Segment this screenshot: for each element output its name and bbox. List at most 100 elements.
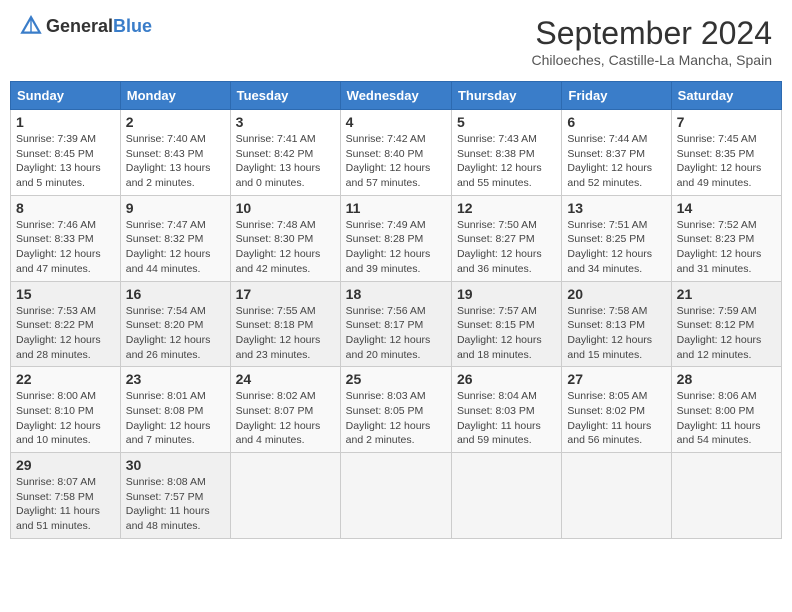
weekday-header-friday: Friday: [562, 82, 671, 110]
weekday-header-sunday: Sunday: [11, 82, 121, 110]
calendar-day-26: 26Sunrise: 8:04 AMSunset: 8:03 PMDayligh…: [451, 367, 561, 453]
empty-cell: [340, 453, 451, 539]
empty-cell: [230, 453, 340, 539]
calendar-day-28: 28 Sunrise: 8:06 AMSunset: 8:00 PMDayligh…: [671, 367, 781, 453]
calendar-day-30: 30 Sunrise: 8:08 AMSunset: 7:57 PMDayligh…: [120, 453, 230, 539]
day-number: 19: [457, 286, 556, 302]
calendar-day-25: 25Sunrise: 8:03 AMSunset: 8:05 PMDayligh…: [340, 367, 451, 453]
day-number: 10: [236, 200, 335, 216]
day-info: Sunrise: 8:03 AMSunset: 8:05 PMDaylight:…: [346, 389, 446, 448]
day-number: 3: [236, 114, 335, 130]
calendar-day-29: 29Sunrise: 8:07 AMSunset: 7:58 PMDayligh…: [11, 453, 121, 539]
day-info: Sunrise: 7:59 AMSunset: 8:12 PMDaylight:…: [677, 304, 776, 363]
day-number: 17: [236, 286, 335, 302]
weekday-header-saturday: Saturday: [671, 82, 781, 110]
day-info: Sunrise: 7:51 AMSunset: 8:25 PMDaylight:…: [567, 218, 665, 277]
day-info: Sunrise: 7:43 AMSunset: 8:38 PMDaylight:…: [457, 132, 556, 191]
calendar-day-3: 3 Sunrise: 7:41 AMSunset: 8:42 PMDaylight…: [230, 110, 340, 196]
day-info: Sunrise: 8:05 AMSunset: 8:02 PMDaylight:…: [567, 389, 665, 448]
calendar-day-11: 11 Sunrise: 7:49 AMSunset: 8:28 PMDayligh…: [340, 195, 451, 281]
calendar-day-24: 24 Sunrise: 8:02 AMSunset: 8:07 PMDayligh…: [230, 367, 340, 453]
day-number: 6: [567, 114, 665, 130]
calendar-day-17: 17 Sunrise: 7:55 AMSunset: 8:18 PMDayligh…: [230, 281, 340, 367]
subtitle: Chiloeches, Castille-La Mancha, Spain: [532, 52, 772, 68]
day-number: 9: [126, 200, 225, 216]
day-number: 18: [346, 286, 446, 302]
day-info: Sunrise: 7:49 AMSunset: 8:28 PMDaylight:…: [346, 218, 446, 277]
day-number: 15: [16, 286, 115, 302]
calendar-day-15: 15 Sunrise: 7:53 AMSunset: 8:22 PMDayligh…: [11, 281, 121, 367]
day-info: Sunrise: 7:57 AMSunset: 8:15 PMDaylight:…: [457, 304, 556, 363]
calendar-day-13: 13 Sunrise: 7:51 AMSunset: 8:25 PMDayligh…: [562, 195, 671, 281]
calendar-day-1: 1 Sunrise: 7:39 AMSunset: 8:45 PMDaylight…: [11, 110, 121, 196]
day-info: Sunrise: 7:41 AMSunset: 8:42 PMDaylight:…: [236, 132, 335, 191]
calendar-day-19: 19 Sunrise: 7:57 AMSunset: 8:15 PMDayligh…: [451, 281, 561, 367]
calendar-header-row: SundayMondayTuesdayWednesdayThursdayFrid…: [11, 82, 782, 110]
logo-blue: Blue: [113, 16, 152, 36]
day-info: Sunrise: 7:39 AMSunset: 8:45 PMDaylight:…: [16, 132, 115, 191]
calendar-day-4: 4Sunrise: 7:42 AMSunset: 8:40 PMDaylight…: [340, 110, 451, 196]
calendar-day-6: 6 Sunrise: 7:44 AMSunset: 8:37 PMDaylight…: [562, 110, 671, 196]
day-info: Sunrise: 7:54 AMSunset: 8:20 PMDaylight:…: [126, 304, 225, 363]
weekday-header-monday: Monday: [120, 82, 230, 110]
day-info: Sunrise: 8:00 AMSunset: 8:10 PMDaylight:…: [16, 389, 115, 448]
calendar-day-22: 22 Sunrise: 8:00 AMSunset: 8:10 PMDayligh…: [11, 367, 121, 453]
calendar-day-12: 12Sunrise: 7:50 AMSunset: 8:27 PMDayligh…: [451, 195, 561, 281]
day-info: Sunrise: 8:01 AMSunset: 8:08 PMDaylight:…: [126, 389, 225, 448]
calendar-day-21: 21 Sunrise: 7:59 AMSunset: 8:12 PMDayligh…: [671, 281, 781, 367]
calendar-day-16: 16 Sunrise: 7:54 AMSunset: 8:20 PMDayligh…: [120, 281, 230, 367]
calendar-week-1: 1 Sunrise: 7:39 AMSunset: 8:45 PMDaylight…: [11, 110, 782, 196]
day-info: Sunrise: 8:08 AMSunset: 7:57 PMDaylight:…: [126, 475, 225, 534]
day-number: 22: [16, 371, 115, 387]
day-info: Sunrise: 7:58 AMSunset: 8:13 PMDaylight:…: [567, 304, 665, 363]
day-info: Sunrise: 8:04 AMSunset: 8:03 PMDaylight:…: [457, 389, 556, 448]
day-number: 5: [457, 114, 556, 130]
day-info: Sunrise: 7:40 AMSunset: 8:43 PMDaylight:…: [126, 132, 225, 191]
day-number: 24: [236, 371, 335, 387]
day-number: 28: [677, 371, 776, 387]
calendar-day-27: 27 Sunrise: 8:05 AMSunset: 8:02 PMDayligh…: [562, 367, 671, 453]
calendar-week-4: 22 Sunrise: 8:00 AMSunset: 8:10 PMDayligh…: [11, 367, 782, 453]
empty-cell: [671, 453, 781, 539]
day-info: Sunrise: 7:52 AMSunset: 8:23 PMDaylight:…: [677, 218, 776, 277]
day-number: 30: [126, 457, 225, 473]
day-number: 2: [126, 114, 225, 130]
calendar-week-5: 29Sunrise: 8:07 AMSunset: 7:58 PMDayligh…: [11, 453, 782, 539]
logo: GeneralBlue: [20, 15, 152, 37]
day-number: 27: [567, 371, 665, 387]
empty-cell: [451, 453, 561, 539]
day-info: Sunrise: 7:55 AMSunset: 8:18 PMDaylight:…: [236, 304, 335, 363]
day-number: 11: [346, 200, 446, 216]
day-number: 7: [677, 114, 776, 130]
day-info: Sunrise: 7:42 AMSunset: 8:40 PMDaylight:…: [346, 132, 446, 191]
day-number: 21: [677, 286, 776, 302]
calendar-table: SundayMondayTuesdayWednesdayThursdayFrid…: [10, 81, 782, 539]
day-number: 14: [677, 200, 776, 216]
day-number: 16: [126, 286, 225, 302]
day-info: Sunrise: 7:56 AMSunset: 8:17 PMDaylight:…: [346, 304, 446, 363]
day-info: Sunrise: 7:48 AMSunset: 8:30 PMDaylight:…: [236, 218, 335, 277]
calendar-day-8: 8 Sunrise: 7:46 AMSunset: 8:33 PMDaylight…: [11, 195, 121, 281]
day-info: Sunrise: 7:50 AMSunset: 8:27 PMDaylight:…: [457, 218, 556, 277]
calendar-day-5: 5 Sunrise: 7:43 AMSunset: 8:38 PMDaylight…: [451, 110, 561, 196]
calendar-week-3: 15 Sunrise: 7:53 AMSunset: 8:22 PMDayligh…: [11, 281, 782, 367]
calendar-day-2: 2 Sunrise: 7:40 AMSunset: 8:43 PMDaylight…: [120, 110, 230, 196]
day-number: 23: [126, 371, 225, 387]
title-block: September 2024 Chiloeches, Castille-La M…: [532, 15, 772, 68]
day-info: Sunrise: 7:44 AMSunset: 8:37 PMDaylight:…: [567, 132, 665, 191]
calendar-day-20: 20 Sunrise: 7:58 AMSunset: 8:13 PMDayligh…: [562, 281, 671, 367]
day-number: 8: [16, 200, 115, 216]
empty-cell: [562, 453, 671, 539]
day-info: Sunrise: 7:45 AMSunset: 8:35 PMDaylight:…: [677, 132, 776, 191]
day-info: Sunrise: 7:46 AMSunset: 8:33 PMDaylight:…: [16, 218, 115, 277]
calendar-day-10: 10 Sunrise: 7:48 AMSunset: 8:30 PMDayligh…: [230, 195, 340, 281]
day-info: Sunrise: 8:02 AMSunset: 8:07 PMDaylight:…: [236, 389, 335, 448]
day-number: 20: [567, 286, 665, 302]
day-number: 1: [16, 114, 115, 130]
day-number: 13: [567, 200, 665, 216]
calendar-day-23: 23 Sunrise: 8:01 AMSunset: 8:08 PMDayligh…: [120, 367, 230, 453]
calendar-day-14: 14 Sunrise: 7:52 AMSunset: 8:23 PMDayligh…: [671, 195, 781, 281]
calendar-day-9: 9Sunrise: 7:47 AMSunset: 8:32 PMDaylight…: [120, 195, 230, 281]
day-info: Sunrise: 8:06 AMSunset: 8:00 PMDaylight:…: [677, 389, 776, 448]
day-info: Sunrise: 7:53 AMSunset: 8:22 PMDaylight:…: [16, 304, 115, 363]
